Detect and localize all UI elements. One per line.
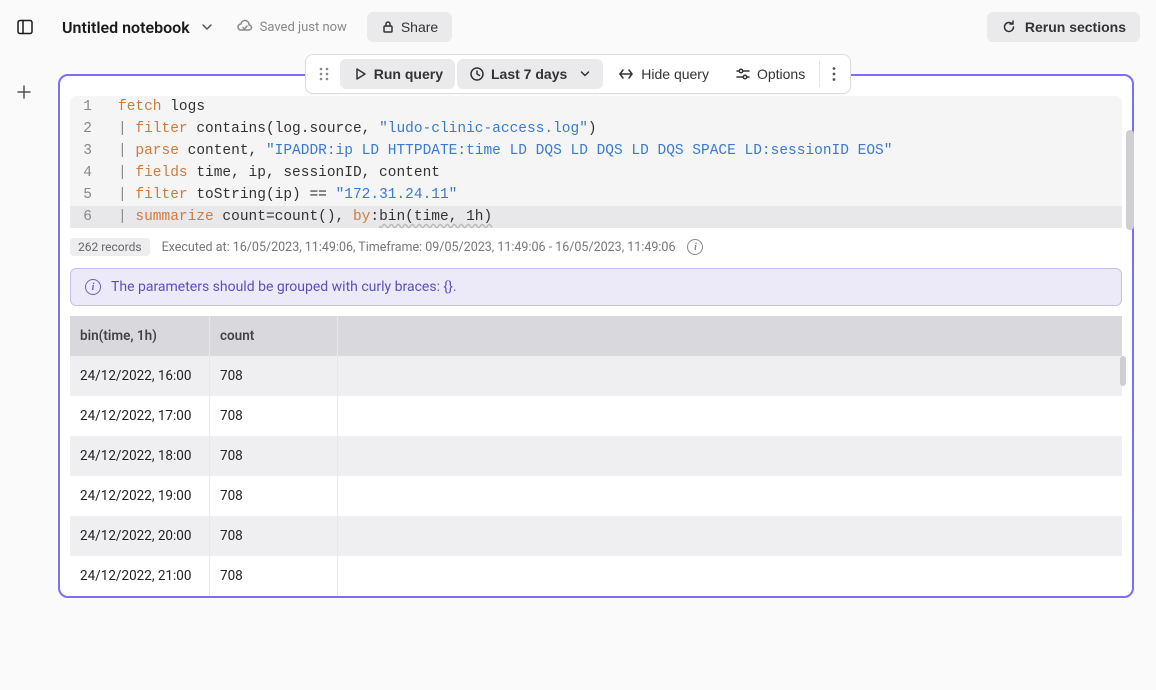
info-icon[interactable]: i (687, 239, 703, 255)
column-header-bin[interactable]: bin(time, 1h) (70, 316, 210, 356)
code-line[interactable]: 2| filter contains(log.source, "ludo-cli… (70, 118, 1122, 140)
code-line[interactable]: 5| filter toString(ip) == "172.31.24.11" (70, 184, 1122, 206)
drag-handle-icon[interactable] (310, 59, 338, 89)
cell-count: 708 (210, 396, 338, 436)
code-line[interactable]: 6| summarize count=count(), by:bin(time,… (70, 206, 1122, 228)
table-row[interactable]: 24/12/2022, 17:00708 (70, 396, 1122, 436)
cell-bin: 24/12/2022, 17:00 (70, 396, 210, 436)
hide-query-label: Hide query (641, 66, 709, 82)
line-number: 2 (70, 118, 100, 140)
cell-empty (338, 516, 1122, 556)
chevron-down-icon[interactable] (200, 20, 214, 34)
code-editor[interactable]: 1fetch logs2| filter contains(log.source… (70, 96, 1122, 228)
line-number: 6 (70, 206, 100, 228)
cell-bin: 24/12/2022, 18:00 (70, 436, 210, 476)
line-number: 1 (70, 96, 100, 118)
cell-count: 708 (210, 556, 338, 596)
line-content[interactable]: fetch logs (100, 96, 1122, 118)
results-table: bin(time, 1h) count 24/12/2022, 16:00708… (70, 316, 1122, 596)
code-line[interactable]: 1fetch logs (70, 96, 1122, 118)
page-scrollbar[interactable] (1126, 130, 1138, 690)
cell-empty (338, 356, 1122, 396)
cell-count: 708 (210, 516, 338, 556)
line-content[interactable]: | filter contains(log.source, "ludo-clin… (100, 118, 1122, 140)
cell-bin: 24/12/2022, 21:00 (70, 556, 210, 596)
refresh-icon (1001, 19, 1017, 35)
query-meta: 262 records Executed at: 16/05/2023, 11:… (60, 228, 1132, 264)
executed-text: Executed at: 16/05/2023, 11:49:06, Timef… (162, 240, 676, 255)
rerun-sections-button[interactable]: Rerun sections (987, 12, 1140, 42)
more-button[interactable] (822, 59, 846, 89)
save-status: Saved just now (236, 18, 347, 36)
line-content[interactable]: | parse content, "IPADDR:ip LD HTTPDATE:… (100, 140, 1122, 162)
line-number: 3 (70, 140, 100, 162)
play-icon (352, 66, 368, 82)
options-label: Options (757, 66, 805, 82)
hint-text: The parameters should be grouped with cu… (111, 279, 457, 295)
share-label: Share (401, 19, 438, 35)
line-content[interactable]: | filter toString(ip) == "172.31.24.11" (100, 184, 1122, 206)
cell-bin: 24/12/2022, 19:00 (70, 476, 210, 516)
more-vertical-icon (832, 66, 836, 82)
time-range-button[interactable]: Last 7 days (457, 59, 603, 89)
save-status-text: Saved just now (260, 20, 347, 35)
table-row[interactable]: 24/12/2022, 19:00708 (70, 476, 1122, 516)
rerun-label: Rerun sections (1025, 19, 1126, 35)
options-button[interactable]: Options (723, 59, 817, 89)
line-number: 5 (70, 184, 100, 206)
title-group: Untitled notebook (62, 18, 214, 37)
info-icon: i (85, 279, 101, 295)
code-collapse-icon (617, 66, 635, 82)
column-header-count[interactable]: count (210, 316, 338, 356)
run-query-label: Run query (374, 66, 443, 82)
sliders-icon (735, 66, 751, 82)
share-button[interactable]: Share (367, 12, 452, 42)
table-row[interactable]: 24/12/2022, 18:00708 (70, 436, 1122, 476)
cloud-icon (236, 18, 254, 36)
line-number: 4 (70, 162, 100, 184)
cell-count: 708 (210, 436, 338, 476)
column-header-empty (338, 316, 1122, 356)
cell-count: 708 (210, 476, 338, 516)
clock-icon (469, 66, 485, 82)
cell-empty (338, 556, 1122, 596)
notebook-title[interactable]: Untitled notebook (62, 18, 190, 37)
hint-banner: i The parameters should be grouped with … (70, 268, 1122, 306)
time-range-label: Last 7 days (491, 66, 567, 82)
query-toolbar: Run query Last 7 days (305, 54, 851, 94)
cell-empty (338, 396, 1122, 436)
app-header: Untitled notebook Saved just now Share (0, 0, 1156, 54)
cell-bin: 24/12/2022, 16:00 (70, 356, 210, 396)
table-body: 24/12/2022, 16:0070824/12/2022, 17:00708… (70, 356, 1122, 596)
query-card: 1fetch logs2| filter contains(log.source… (58, 74, 1134, 598)
table-header-row: bin(time, 1h) count (70, 316, 1122, 356)
table-row[interactable]: 24/12/2022, 20:00708 (70, 516, 1122, 556)
run-query-button[interactable]: Run query (340, 59, 455, 89)
table-row[interactable]: 24/12/2022, 21:00708 (70, 556, 1122, 596)
table-row[interactable]: 24/12/2022, 16:00708 (70, 356, 1122, 396)
cell-bin: 24/12/2022, 20:00 (70, 516, 210, 556)
code-line[interactable]: 3| parse content, "IPADDR:ip LD HTTPDATE… (70, 140, 1122, 162)
cell-empty (338, 476, 1122, 516)
line-content[interactable]: | summarize count=count(), by:bin(time, … (100, 206, 1122, 228)
toolbar-divider (819, 61, 820, 87)
lock-icon (381, 20, 395, 34)
chevron-down-icon (579, 68, 591, 80)
hide-query-button[interactable]: Hide query (605, 59, 721, 89)
cell-count: 708 (210, 356, 338, 396)
code-line[interactable]: 4| fields time, ip, sessionID, content (70, 162, 1122, 184)
line-content[interactable]: | fields time, ip, sessionID, content (100, 162, 1122, 184)
sidebar-toggle-icon[interactable] (16, 18, 34, 36)
page-scrollbar-thumb[interactable] (1126, 130, 1134, 230)
records-badge: 262 records (70, 238, 150, 256)
cell-empty (338, 436, 1122, 476)
